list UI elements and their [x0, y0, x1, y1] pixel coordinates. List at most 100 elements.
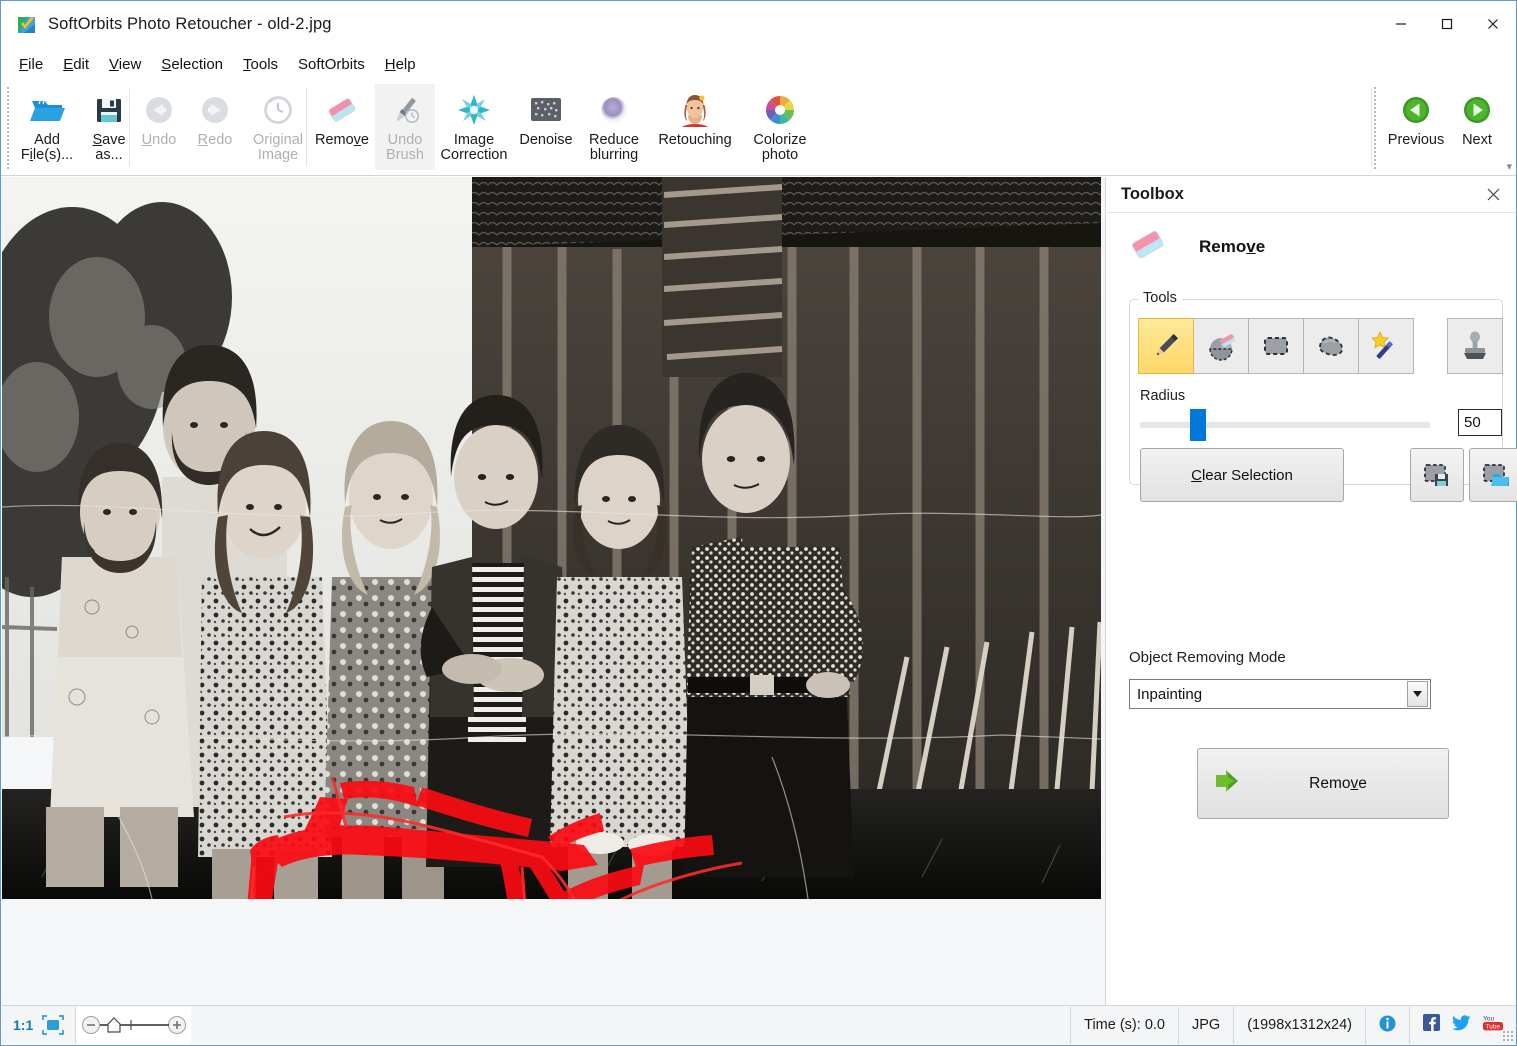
softorbits-logo-icon	[17, 15, 37, 35]
menu-edit[interactable]: Edit	[53, 53, 99, 76]
green-arrow-icon	[1214, 766, 1254, 801]
tool-buttons-row	[1138, 318, 1413, 374]
remove-button[interactable]: Remove	[309, 84, 375, 170]
facebook-icon[interactable]	[1423, 1014, 1440, 1036]
retouching-button[interactable]: Retouching	[649, 84, 741, 170]
undo-arrow-icon	[143, 89, 175, 131]
ribbon-group-effects: Remove UndoBrush	[309, 84, 819, 172]
svg-text:You: You	[1483, 1016, 1494, 1023]
menu-tools[interactable]: Tools	[233, 53, 288, 76]
toolbox-close-icon[interactable]	[1482, 184, 1504, 206]
toolbox-header: Toolbox	[1107, 177, 1516, 213]
denoise-icon	[528, 89, 564, 131]
tools-groupbox: Tools	[1129, 299, 1503, 485]
minimize-button[interactable]	[1378, 7, 1424, 41]
active-tool-name: Remove	[1199, 237, 1265, 257]
reduce-blurring-icon	[597, 89, 631, 131]
colorize-photo-label: Colorizephoto	[753, 133, 806, 163]
clear-selection-button[interactable]: Clear Selection	[1140, 448, 1344, 502]
denoise-button[interactable]: Denoise	[513, 84, 579, 170]
fit-to-window-icon[interactable]	[42, 1015, 64, 1035]
radius-slider[interactable]	[1140, 422, 1430, 428]
next-label: Next	[1462, 133, 1492, 148]
undo-brush-button[interactable]: UndoBrush	[375, 84, 435, 170]
ribbon-group-navigation: Previous Next	[1383, 84, 1505, 172]
redo-arrow-icon	[199, 89, 231, 131]
ribbon-group-file: AddFile(s)... Saveas...	[15, 84, 139, 172]
add-files-button[interactable]: AddFile(s)...	[15, 84, 79, 170]
add-files-label: AddFile(s)...	[21, 133, 73, 163]
status-time: Time (s): 0.0	[1070, 1007, 1178, 1044]
object-removing-mode-label: Object Removing Mode	[1129, 649, 1286, 666]
lasso-tool-button[interactable]	[1303, 318, 1359, 374]
tools-group-label: Tools	[1138, 290, 1182, 306]
image-canvas[interactable]	[2, 177, 1106, 1007]
reduce-blurring-button[interactable]: Reduceblurring	[579, 84, 649, 170]
clone-stamp-tool-button[interactable]	[1447, 318, 1503, 374]
undo-button[interactable]: Undo	[131, 84, 187, 170]
add-files-icon	[29, 89, 65, 131]
previous-button[interactable]: Previous	[1383, 84, 1449, 170]
reduce-blurring-label: Reduceblurring	[589, 133, 639, 163]
toolbox-active-tool: Remove	[1107, 213, 1516, 269]
remove-action-button[interactable]: Remove	[1197, 748, 1449, 819]
radius-value-input[interactable]: 50	[1458, 409, 1502, 436]
pencil-tool-button[interactable]	[1138, 318, 1194, 374]
object-removing-mode-select[interactable]: Inpainting	[1129, 679, 1431, 709]
undo-brush-label: UndoBrush	[386, 133, 424, 163]
ribbon-drag-handle[interactable]	[6, 86, 10, 170]
next-button[interactable]: Next	[1449, 84, 1505, 170]
photo-image[interactable]	[2, 177, 1101, 899]
maximize-button[interactable]	[1424, 7, 1470, 41]
radius-slider-thumb[interactable]	[1190, 409, 1206, 441]
redo-button[interactable]: Redo	[187, 84, 243, 170]
original-image-button[interactable]: OriginalImage	[243, 84, 313, 170]
status-format: JPG	[1178, 1007, 1233, 1044]
menu-file[interactable]: FFileile	[9, 53, 53, 76]
image-correction-button[interactable]: ImageCorrection	[435, 84, 513, 170]
image-correction-icon	[456, 89, 492, 131]
original-image-label: OriginalImage	[253, 133, 303, 163]
save-selection-button[interactable]	[1410, 448, 1464, 502]
info-icon[interactable]	[1379, 1015, 1396, 1036]
title-bar: SoftOrbits Photo Retoucher - old-2.jpg	[1, 1, 1516, 48]
previous-green-arrow-icon	[1401, 89, 1431, 131]
close-button[interactable]	[1470, 7, 1516, 41]
eraser-selection-tool-button[interactable]	[1193, 318, 1249, 374]
menu-view[interactable]: View	[99, 53, 151, 76]
menu-softorbits[interactable]: SoftOrbits	[288, 53, 375, 76]
ribbon-group-history: Undo Redo	[131, 84, 313, 172]
ribbon-expand-icon[interactable]: ▾	[1506, 160, 1512, 173]
status-info[interactable]	[1365, 1007, 1409, 1044]
clock-history-icon	[262, 89, 294, 131]
resize-grip[interactable]	[1502, 1030, 1514, 1042]
chevron-down-icon[interactable]	[1407, 681, 1428, 707]
colorize-photo-button[interactable]: Colorizephoto	[741, 84, 819, 170]
menu-help[interactable]: Help	[375, 53, 426, 76]
ribbon-nav-handle[interactable]	[1373, 86, 1377, 170]
eraser-icon	[322, 89, 362, 131]
image-correction-label: ImageCorrection	[441, 133, 508, 163]
svg-text:Tube: Tube	[1486, 1024, 1501, 1031]
load-selection-button[interactable]	[1469, 448, 1517, 502]
menu-selection[interactable]: Selection	[151, 53, 233, 76]
status-dimensions: (1998x1312x24)	[1233, 1007, 1365, 1044]
application-window: SoftOrbits Photo Retoucher - old-2.jpg F…	[0, 0, 1517, 1046]
previous-label: Previous	[1388, 133, 1444, 148]
zoom-controls: 1:1	[2, 1006, 75, 1044]
remove-action-label: Remove	[1254, 775, 1422, 793]
rectangle-select-tool-button[interactable]	[1248, 318, 1304, 374]
redo-label: Redo	[198, 133, 233, 148]
twitter-icon[interactable]	[1452, 1015, 1471, 1036]
zoom-1to1-button[interactable]: 1:1	[13, 1017, 33, 1033]
radius-label: Radius	[1140, 388, 1185, 404]
retouching-portrait-icon	[679, 89, 711, 131]
youtube-icon[interactable]: You Tube	[1483, 1014, 1503, 1036]
window-controls	[1378, 1, 1516, 48]
retouching-label: Retouching	[658, 133, 731, 148]
menu-bar: FFileile Edit View Selection Tools SoftO…	[1, 48, 1516, 80]
magic-wand-tool-button[interactable]	[1358, 318, 1414, 374]
save-as-button[interactable]: Saveas...	[79, 84, 139, 170]
zoom-slider[interactable]	[76, 1007, 191, 1044]
eraser-icon	[1125, 226, 1171, 269]
